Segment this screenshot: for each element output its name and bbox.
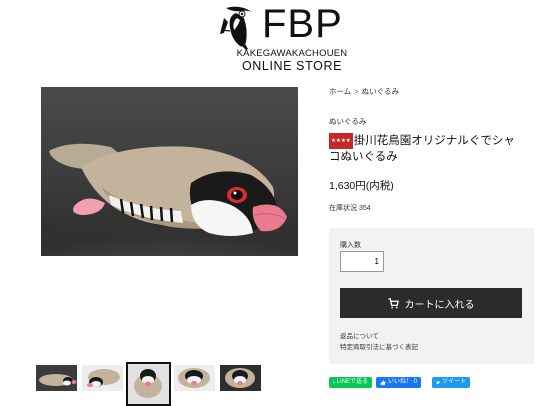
product-info-panel: ホーム > ぬいぐるみ ぬいぐるみ ★★★★ 掛川花鳥園オリジナルぐでシャコぬいぐるみ… <box>329 0 534 406</box>
twitter-bird-icon <box>436 381 440 385</box>
product-price: 1,630円(内税) <box>329 180 394 192</box>
main-product-image[interactable] <box>41 87 298 256</box>
returns-link[interactable]: 返品について <box>340 331 418 342</box>
share-buttons: LINEで送る いいね！ 0 ツイート <box>329 377 534 389</box>
thumbnail-image[interactable] <box>36 365 77 391</box>
breadcrumb: ホーム > ぬいぐるみ <box>329 86 399 97</box>
policy-links: 返品について 特定商取引法に基づく表記 <box>340 331 418 353</box>
cart-icon <box>387 297 399 309</box>
facebook-like-label: いいね！ 0 <box>387 379 417 385</box>
facebook-like-button[interactable]: いいね！ 0 <box>376 377 421 388</box>
line-icon <box>333 381 335 384</box>
breadcrumb-category-link[interactable]: ぬいぐるみ <box>362 87 399 96</box>
product-badge: ★★★★ <box>329 133 353 149</box>
tweet-button[interactable]: ツイート <box>432 377 470 388</box>
add-to-cart-button[interactable]: カートに入れる <box>340 288 522 318</box>
commercial-law-link[interactable]: 特定商取引法に基づく表記 <box>340 342 418 353</box>
thumbnail-image[interactable] <box>220 365 261 391</box>
thumbs-up-icon <box>380 380 386 386</box>
breadcrumb-home-link[interactable]: ホーム <box>329 87 351 96</box>
thumbnail-image-selected[interactable] <box>126 362 171 406</box>
thumbnail-strip <box>36 362 266 406</box>
stock-status: 在庫状況 354 <box>329 205 371 212</box>
line-share-label: LINEで送る <box>336 379 368 385</box>
product-category: ぬいぐるみ <box>329 117 367 126</box>
thumbnail-image[interactable] <box>174 365 215 391</box>
toucan-logo-icon[interactable] <box>218 4 262 50</box>
tweet-label: ツイート <box>441 379 466 385</box>
add-to-cart-label: カートに入れる <box>404 299 475 311</box>
quantity-input[interactable] <box>340 251 384 272</box>
product-title: ★★★★ 掛川花鳥園オリジナルぐでシャコぬいぐるみ <box>329 133 519 165</box>
purchase-box: 購入数 カートに入れる 返品について 特定商取引法に基づく表記 <box>329 228 534 364</box>
thumbnail-image[interactable] <box>82 365 123 391</box>
line-share-button[interactable]: LINEで送る <box>329 377 372 388</box>
breadcrumb-separator: > <box>354 87 359 96</box>
quantity-label: 購入数 <box>340 242 361 249</box>
product-title-text: 掛川花鳥園オリジナルぐでシャコぬいぐるみ <box>329 135 515 163</box>
